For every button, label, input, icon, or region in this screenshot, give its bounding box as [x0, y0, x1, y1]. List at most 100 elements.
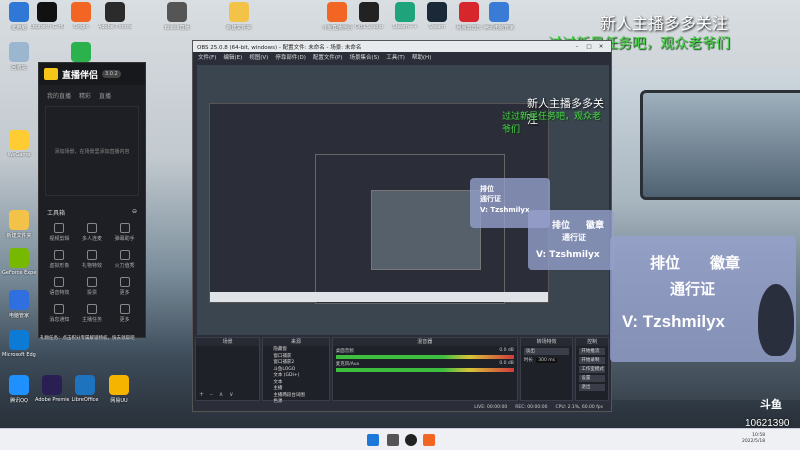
start-icon[interactable] [367, 434, 379, 446]
transition-select[interactable]: 淡出 [523, 348, 570, 355]
toolbox-more-icon[interactable]: ⊖ [132, 208, 137, 217]
desktop-icon[interactable]: Microsoft Edge [2, 330, 36, 358]
tool-icon [54, 304, 65, 314]
desktop-icon[interactable]: Adobe Photoshop [98, 2, 132, 30]
volume-meter[interactable] [335, 355, 514, 359]
mixer-dock: 混音器 桌面音频 0.0 dB 麦克风/Aux 0.0 dB [331, 337, 518, 401]
close-icon[interactable]: ✕ [595, 44, 607, 50]
tab-mylive[interactable]: 我的直播 [47, 91, 71, 100]
toolbox-item[interactable]: 视频剪辑 [43, 223, 76, 242]
desktop-icon[interactable]: 电脑管家 [2, 290, 36, 319]
mixer-dock-title: 混音器 [332, 338, 517, 346]
mixer-track-label: 麦克风/Aux [335, 362, 360, 367]
desktop-icon-label: Steam++ [392, 24, 418, 30]
menu-item[interactable]: 视图(V) [249, 53, 268, 61]
duration-input[interactable]: 300 ms [536, 358, 558, 363]
desktop-icon[interactable]: 网易UU [102, 375, 136, 404]
menu-item[interactable]: 停靠部件(D) [275, 53, 306, 61]
app-icon [105, 2, 125, 22]
menu-item[interactable]: 帮助(H) [412, 53, 431, 61]
desktop-icon[interactable]: GeForce Experience [2, 248, 36, 276]
menu-item[interactable]: 编辑(E) [223, 53, 242, 61]
toolbox-item[interactable]: 消息通知 [43, 304, 76, 323]
control-button[interactable]: 工作室模式 [579, 366, 606, 373]
desktop-icon[interactable]: Logitech G HUB [30, 2, 64, 30]
minimize-icon[interactable]: – [571, 44, 583, 50]
scene-placeholder[interactable]: 添加场景，在场景里添加直播内容 [45, 106, 139, 196]
desktop-icon[interactable]: Origin [64, 2, 98, 30]
toolbox-item[interactable]: 弹幕助手 [108, 223, 141, 242]
toolbox-item[interactable]: 语音特效 [43, 277, 76, 296]
toolbox-item[interactable]: 火力值秀 [108, 250, 141, 269]
desktop-icon[interactable]: Adobe Premiere [35, 375, 69, 403]
menu-item[interactable]: 配置文件(P) [313, 53, 343, 61]
app-icon [9, 290, 29, 310]
obs-taskbar-icon[interactable] [405, 434, 417, 446]
clock[interactable]: 10:58 2022/5/18 [742, 433, 765, 445]
desktop-icon[interactable]: 回收站 [2, 42, 36, 71]
app-icon [71, 42, 91, 62]
desktop-icon[interactable]: 新建文件夹 [2, 210, 36, 239]
volume-meter[interactable] [335, 368, 514, 372]
desktop-icon[interactable]: WeGame [2, 130, 36, 158]
toolbox-item[interactable]: 主播任务 [76, 304, 109, 323]
desktop-icon-label: Logitech G HUB [30, 24, 64, 30]
menu-item[interactable]: 工具(T) [386, 53, 405, 61]
sources-dock-title: 来源 [263, 338, 329, 346]
desktop-icon-label: 回收站 [11, 65, 27, 71]
desktop-icon-label: Origin [73, 24, 89, 30]
scenes-dock-buttons[interactable]: + – ∧ ∨ [199, 391, 236, 398]
control-button[interactable]: 开始推流 [579, 348, 606, 355]
app-icon [9, 2, 29, 22]
tab-live[interactable]: 直播 [99, 91, 111, 100]
desktop-icon-label: LibreOffice [71, 397, 99, 403]
douyu-taskbar-icon[interactable] [423, 434, 435, 446]
sources-list: 隐藏窗 窗口捕获 窗口捕获2 斗鱼LOGO 文本 (GDI+) 文本 主播 主播两段台词图 色源 [263, 346, 328, 405]
desktop-icon[interactable]: 腾讯电脑管家 [482, 2, 516, 31]
toolbox-title: 工具箱 [47, 210, 66, 217]
toolbox-item[interactable]: 虚拟形象 [43, 250, 76, 269]
status-live: LIVE: 00:00:00 [474, 404, 508, 410]
menu-item[interactable]: 文件(F) [198, 53, 216, 61]
controls-dock-title: 控制 [576, 338, 609, 346]
desktop-icon[interactable]: OBS Studio [352, 2, 386, 30]
control-button[interactable]: 开始录制 [579, 357, 606, 364]
desktop-icon[interactable]: Bilibili直播 [160, 2, 194, 31]
desktop-icon-label: WeGame [7, 152, 31, 158]
obs-title: OBS 25.0.8 (64-bit, windows) - 配置文件: 未命名… [197, 44, 362, 51]
toolbox-item[interactable]: 投票 [76, 277, 109, 296]
desktop-icon[interactable]: 斗鱼直播伴侣 [320, 2, 354, 31]
mixer-track-value: 0.0 dB [499, 348, 514, 353]
desktop-icon-label: Microsoft Edge [2, 352, 36, 358]
app-icon [327, 2, 347, 22]
desktop-icon[interactable]: Steam++ [388, 2, 422, 30]
transition-duration: 时长 300 ms [524, 357, 569, 363]
douyu-watermark: 斗鱼 [760, 398, 782, 411]
toolbox-item[interactable]: 礼物特效 [76, 250, 109, 269]
app-icon [395, 2, 415, 22]
preview-task-text: 过过新星任务吧，观众老爷们 [502, 112, 602, 135]
app-icon [42, 375, 62, 395]
search-icon[interactable] [387, 434, 399, 446]
desktop-icon[interactable]: 腾讯QQ [2, 375, 36, 404]
toolbox-item[interactable]: 更多 [108, 304, 141, 323]
menu-item[interactable]: 场景集合(S) [349, 53, 379, 61]
control-button[interactable]: 退出 [579, 384, 606, 391]
badge-contact-small: V: Tzshmilyx [480, 206, 530, 214]
obs-statusbar: LIVE: 00:00:00 REC: 00:00:00 CPU: 2.1%, … [193, 403, 611, 411]
tab-featured[interactable]: 精彩 [79, 91, 91, 100]
desktop-icon[interactable]: 网易云音乐 [452, 2, 486, 31]
app-icon [9, 210, 29, 230]
desktop-icon[interactable]: 新建文件夹 [222, 2, 256, 31]
toolbox-item[interactable]: 多人连麦 [76, 223, 109, 242]
toolbox-item[interactable]: 更多 [108, 277, 141, 296]
desktop-icon[interactable]: LibreOffice [68, 375, 102, 403]
desktop-icon[interactable]: Steam [420, 2, 454, 30]
app-header: 直播伴侣 3.0.2 [39, 63, 145, 85]
badge-medal-medium: 徽章 [586, 221, 605, 231]
toolbox-header: 工具箱 ⊖ [47, 208, 137, 217]
control-button[interactable]: 设置 [579, 375, 606, 382]
maximize-icon[interactable]: □ [583, 44, 595, 50]
desktop-icon-label: 新建文件夹 [6, 233, 32, 239]
transitions-dock-title: 转场特效 [520, 338, 573, 346]
